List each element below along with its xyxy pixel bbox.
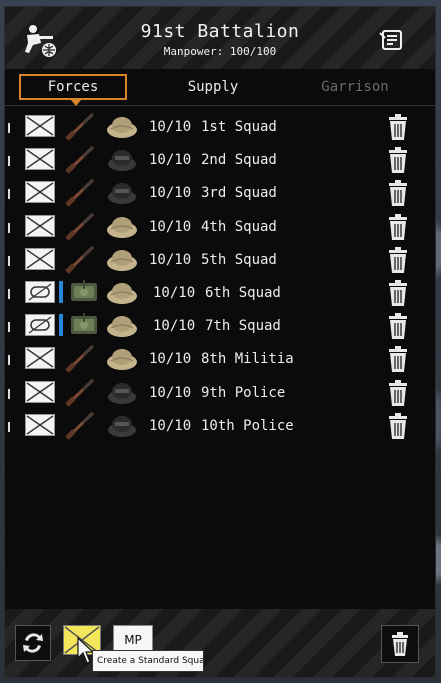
armored-indicator (59, 314, 63, 337)
squad-row[interactable]: 10/10 3rd Squad (5, 177, 435, 209)
squad-strength: 10/10 (149, 384, 192, 401)
squad-strength: 10/10 (153, 318, 196, 335)
squad-row[interactable]: 10/10 4th Squad (5, 211, 435, 243)
tab-forces[interactable]: Forces (19, 74, 127, 106)
trash-icon[interactable] (387, 345, 409, 373)
row-marker (8, 123, 10, 133)
squad-row[interactable]: 10/10 7th Squad (5, 310, 435, 342)
dark-helmet-icon (108, 183, 136, 205)
tank-icon (71, 280, 97, 301)
squad-name: 8th Militia (201, 351, 294, 368)
row-marker (8, 222, 10, 233)
tan-helmet-icon (107, 316, 137, 338)
tan-helmet-icon (107, 117, 137, 138)
squad-name: 10th Police (201, 417, 294, 434)
swap-button[interactable] (15, 625, 51, 661)
trash-icon[interactable] (387, 213, 409, 241)
rifle-icon (65, 378, 95, 407)
squad-row[interactable]: 10/10 10th Police (5, 410, 435, 442)
squad-row[interactable]: 10/10 5th Squad (5, 244, 435, 276)
squad-name: 9th Police (201, 384, 286, 401)
infantry-symbol-icon (25, 148, 55, 171)
tan-helmet-icon (107, 249, 137, 271)
squad-strength: 10/10 (149, 218, 192, 235)
bottom-toolbar: MP (5, 609, 435, 677)
dark-helmet-icon (108, 415, 136, 437)
squad-strength: 10/10 (153, 285, 196, 301)
infantry-symbol-icon (25, 247, 55, 270)
squad-name: 6th Squad (205, 285, 281, 301)
rifle-icon (65, 112, 95, 141)
row-marker (8, 255, 10, 266)
squad-name: 1st Squad (201, 119, 277, 135)
row-marker (8, 189, 10, 200)
squad-row[interactable]: 10/10 9th Police (5, 377, 435, 409)
dark-helmet-icon (108, 382, 136, 404)
trash-icon (392, 632, 408, 656)
row-marker (8, 355, 10, 366)
infantry-symbol-icon (25, 413, 55, 436)
row-marker (8, 156, 10, 167)
tab-garrison[interactable]: Garrison (305, 74, 405, 100)
squad-row[interactable]: 10/10 1st Squad (5, 111, 435, 143)
tank-icon (71, 313, 97, 335)
trash-icon[interactable] (387, 312, 409, 340)
rifle-icon (65, 146, 95, 174)
tan-helmet-icon (107, 216, 137, 238)
trash-icon[interactable] (387, 179, 409, 207)
battalion-title: 91st Battalion (140, 21, 300, 42)
infantry-symbol-icon (25, 380, 55, 403)
squad-strength: 10/10 (149, 251, 192, 268)
squad-name: 5th Squad (201, 251, 277, 268)
rifle-icon (65, 179, 95, 208)
squad-row[interactable]: 10/10 8th Militia (5, 343, 435, 375)
tooltip: Create a Standard Squad (92, 650, 204, 672)
infantry-symbol-icon (25, 347, 55, 370)
disband-all-button[interactable] (381, 625, 419, 663)
manpower-label: Manpower: 100/100 (163, 45, 277, 58)
trash-icon[interactable] (387, 379, 409, 407)
squad-strength: 10/10 (149, 152, 192, 169)
infantry-symbol-icon (25, 214, 55, 237)
dark-helmet-icon (108, 150, 136, 172)
armored-symbol-icon (25, 314, 55, 337)
squad-row[interactable]: 10/10 6th Squad (5, 277, 435, 309)
notes-icon[interactable] (379, 29, 405, 51)
trash-icon[interactable] (387, 412, 409, 440)
tab-supply[interactable]: Supply (163, 74, 263, 100)
swap-arrows-icon (23, 633, 43, 653)
rifle-icon (65, 245, 95, 274)
row-marker (8, 322, 10, 333)
trash-icon[interactable] (387, 146, 409, 174)
header: 91st Battalion Manpower: 100/100 (5, 7, 435, 69)
armored-symbol-icon (25, 281, 55, 303)
tan-helmet-icon (107, 283, 137, 304)
infantry-symbol-icon (25, 181, 55, 204)
battalion-panel: 91st Battalion Manpower: 100/100 Forces … (4, 6, 436, 678)
squad-name: 3rd Squad (201, 185, 277, 202)
armored-indicator (59, 281, 63, 303)
squad-name: 4th Squad (201, 218, 277, 235)
rifle-icon (65, 345, 95, 374)
squad-name: 2nd Squad (201, 152, 277, 169)
squad-strength: 10/10 (149, 417, 192, 434)
tan-helmet-icon (107, 349, 137, 371)
squad-strength: 10/10 (149, 351, 192, 368)
squad-row[interactable]: 10/10 2nd Squad (5, 144, 435, 176)
row-marker (8, 289, 10, 299)
squad-strength: 10/10 (149, 119, 192, 135)
trash-icon[interactable] (387, 113, 409, 141)
rifle-icon (65, 411, 95, 440)
squad-strength: 10/10 (149, 185, 192, 202)
trash-icon[interactable] (387, 246, 409, 274)
tab-bar: Forces Supply Garrison (5, 69, 435, 106)
infantry-symbol-icon (25, 115, 55, 137)
trash-icon[interactable] (387, 279, 409, 307)
row-marker (8, 388, 10, 399)
squad-name: 7th Squad (205, 318, 281, 335)
row-marker (8, 421, 10, 432)
rifle-icon (65, 212, 95, 241)
